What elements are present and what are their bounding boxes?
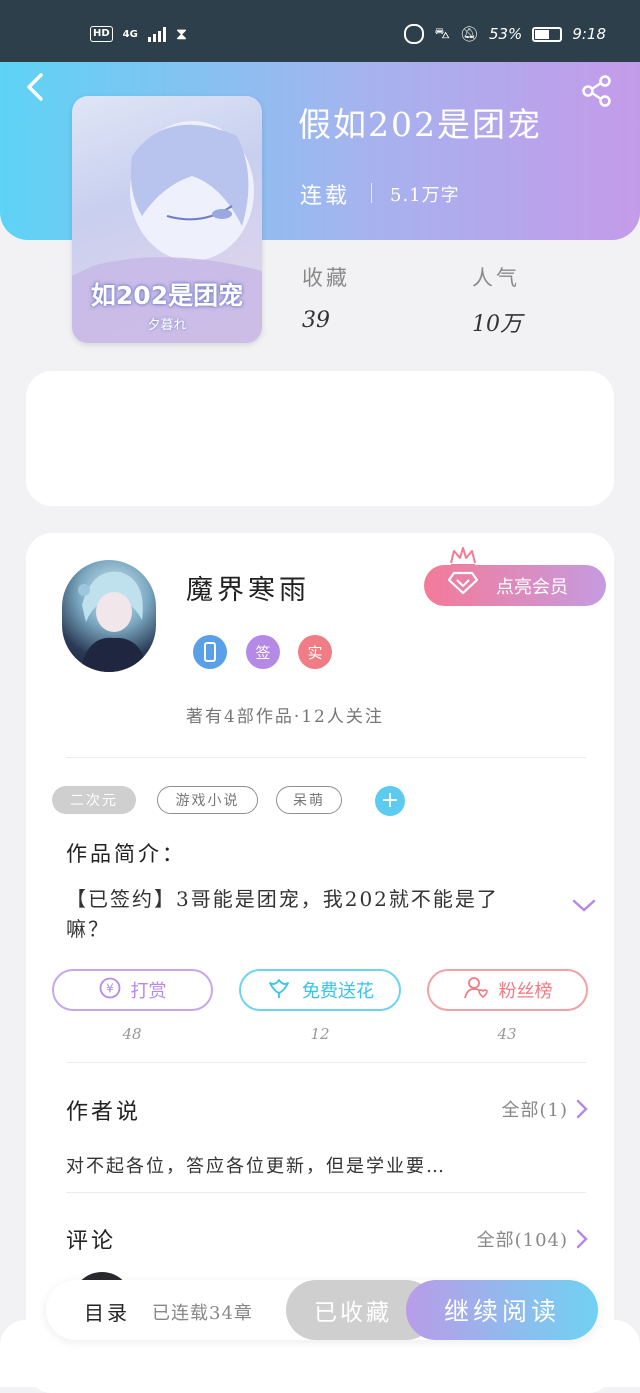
verified-badge-icon: 实 [298, 635, 332, 669]
back-icon[interactable] [24, 72, 46, 106]
flower-count: 12 [310, 1025, 330, 1043]
serial-chapters-text[interactable]: 已连载34章 [152, 1299, 253, 1325]
send-flower-label: 免费送花 [302, 981, 374, 1002]
status-bar-right: ⛍ 🔕︎ 53% 9:18 [404, 24, 606, 44]
fans-rank-button[interactable]: 粉丝榜 [427, 969, 588, 1011]
signed-badge-icon: 签 [246, 635, 280, 669]
fans-rank-label: 粉丝榜 [498, 981, 553, 1002]
author-says-title: 作者说 [66, 1100, 142, 1125]
tip-button-label: 打赏 [130, 981, 167, 1002]
book-title: 假如202是团宠 [298, 105, 542, 144]
diamond-icon [447, 571, 479, 600]
battery-icon [532, 26, 563, 42]
status-bar-left: HD 4G ⧗ [90, 24, 187, 44]
divider [66, 757, 586, 758]
tag-chip[interactable]: 游戏小说 [157, 786, 258, 814]
clock: 9:18 [572, 25, 606, 43]
signal-icon [147, 26, 166, 42]
author-says-more-label: 全部(1) [501, 1100, 568, 1121]
car-icon: ⛍ [434, 24, 450, 42]
fans-user-icon [463, 976, 489, 1005]
intro-text: 【已签约】3哥能是团宠，我202就不能是了嘛？ [66, 887, 499, 941]
add-tag-button[interactable]: + [375, 786, 405, 816]
tip-count: 48 [122, 1025, 142, 1043]
continue-reading-button[interactable]: 继续阅读 [406, 1280, 598, 1340]
tip-button[interactable]: ¥ 打赏 [52, 969, 213, 1011]
hourglass-icon: ⧗ [175, 24, 188, 43]
divider [66, 1062, 586, 1063]
status-divider [371, 183, 372, 203]
popularity-value: 10万 [472, 312, 522, 337]
cover-title-text: 如202是团宠 [90, 281, 244, 310]
serial-status: 连载 [300, 184, 351, 209]
comments-more-label: 全部(104) [476, 1230, 568, 1251]
author-avatar[interactable] [62, 560, 156, 672]
blank-card [26, 371, 614, 506]
battery-percent: 53% [488, 25, 523, 43]
phone-badge-icon [193, 635, 227, 669]
yen-coin-icon: ¥ [99, 977, 121, 1004]
book-cover[interactable]: 如202是团宠 夕暮れ [72, 96, 262, 343]
hd-icon: HD [90, 26, 113, 42]
mute-bell-icon: 🔕︎ [459, 25, 479, 43]
word-count: 5.1万字 [390, 185, 460, 206]
chevron-right-icon [576, 1229, 588, 1249]
favorites-label: 收藏 [302, 266, 350, 290]
comments-title: 评论 [66, 1229, 117, 1254]
nfc-icon [404, 24, 425, 44]
network-label: 4G [122, 28, 138, 40]
vip-button-label: 点亮会员 [496, 576, 568, 598]
author-says-more-link[interactable]: 全部(1) [502, 1096, 589, 1122]
vip-button[interactable]: 点亮会员 [424, 565, 606, 606]
intro-title: 作品简介： [66, 842, 186, 866]
author-name[interactable]: 魔界寒雨 [186, 568, 310, 607]
send-flower-button[interactable]: 免费送花 [239, 969, 401, 1011]
comments-more-link[interactable]: 全部(104) [477, 1226, 588, 1252]
tag-chip[interactable]: 呆萌 [276, 786, 342, 814]
favorites-value: 39 [302, 308, 330, 333]
share-icon[interactable] [580, 74, 614, 112]
status-bar: HD 4G ⧗ ⛍ 🔕︎ 53% 9:18 [0, 0, 640, 62]
author-meta: 著有4部作品·12人关注 [186, 707, 384, 727]
cover-author-text: 夕暮れ [147, 318, 187, 333]
chevron-down-icon[interactable] [572, 898, 596, 917]
divider [66, 1192, 586, 1193]
tag-chip[interactable]: 二次元 [52, 786, 136, 814]
flower-icon [266, 977, 292, 1004]
chevron-right-icon [576, 1099, 588, 1119]
popularity-label: 人气 [472, 266, 520, 290]
table-of-contents-button[interactable]: 目录 [84, 1297, 130, 1326]
author-says-text[interactable]: 对不起各位，答应各位更新，但是学业要… [66, 1152, 446, 1178]
fans-count: 43 [497, 1025, 517, 1043]
svg-text:¥: ¥ [106, 981, 114, 995]
